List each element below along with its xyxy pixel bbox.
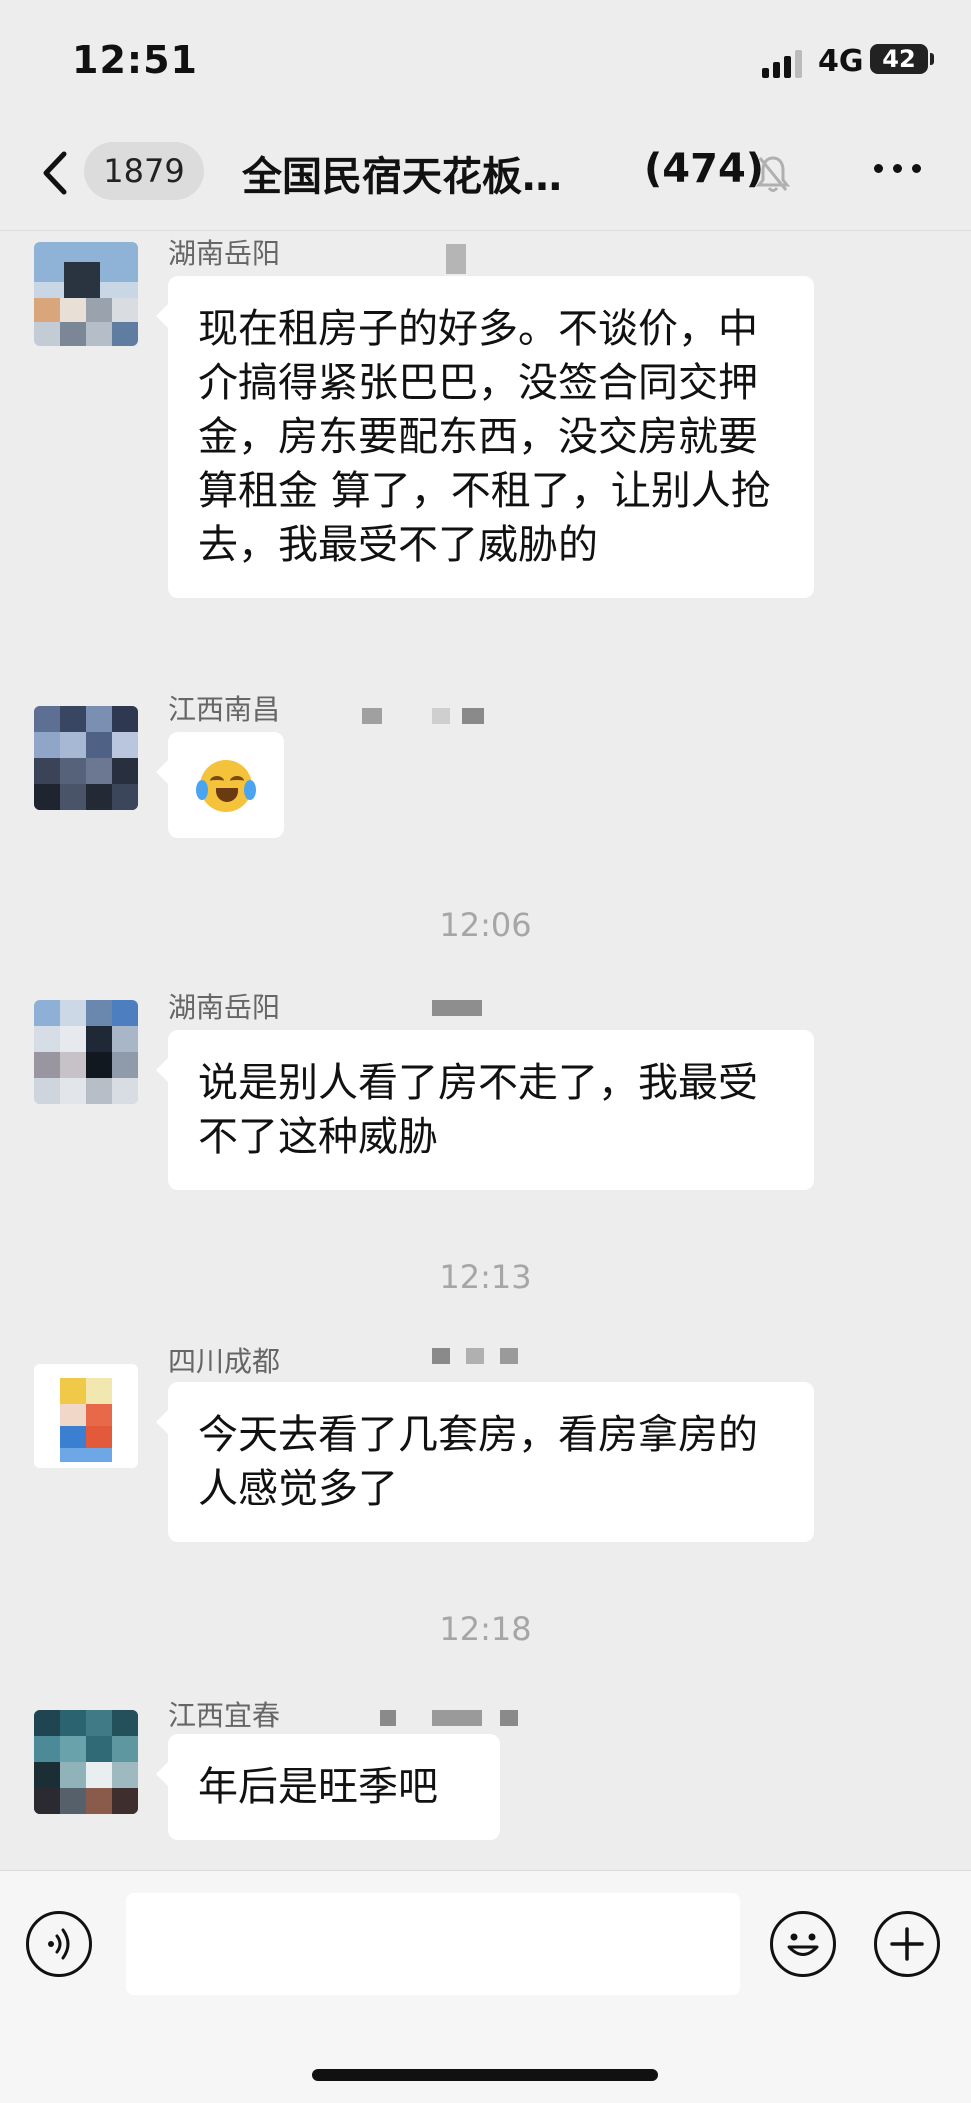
avatar[interactable] xyxy=(34,1000,138,1104)
network-type: 4G xyxy=(818,44,864,79)
sender-name: 湖南岳阳 xyxy=(168,237,281,270)
battery-icon: 42 xyxy=(870,44,928,74)
status-time: 12:51 xyxy=(72,38,198,82)
smiley-icon[interactable] xyxy=(770,1911,836,1977)
sender-name: 江西宜春 xyxy=(168,1699,281,1732)
blurred-tag xyxy=(466,1348,484,1364)
message-bubble[interactable]: 说是别人看了房不走了，我最受不了这种威胁 xyxy=(156,1030,814,1190)
chat-title: 全国民宿天花板… xyxy=(242,154,562,200)
sender-name: 四川成都 xyxy=(168,1345,281,1378)
avatar[interactable] xyxy=(34,1710,138,1814)
message-input[interactable] xyxy=(126,1893,740,1995)
blurred-tag xyxy=(500,1710,518,1726)
voice-icon[interactable] xyxy=(26,1911,92,1977)
battery-cap xyxy=(930,53,934,65)
chat-input-bar xyxy=(0,1870,971,2103)
sender-name: 江西南昌 xyxy=(168,693,281,726)
blurred-tag xyxy=(362,708,382,724)
blurred-tag xyxy=(432,1000,482,1016)
crying-laughing-emoji xyxy=(196,760,256,812)
blurred-tag xyxy=(432,1348,450,1364)
sender-name: 湖南岳阳 xyxy=(168,991,281,1024)
message-bubble[interactable]: 年后是旺季吧 xyxy=(156,1734,500,1840)
status-bar: 12:51 4G 42 xyxy=(0,0,971,120)
blurred-tag xyxy=(432,708,450,724)
timestamp: 12:13 xyxy=(439,1258,532,1296)
chat-header: 1879 全国民宿天花板… (474) xyxy=(0,120,971,231)
bell-mute-icon xyxy=(756,156,790,192)
timestamp: 12:06 xyxy=(439,906,532,944)
blurred-tag xyxy=(380,1710,396,1726)
blurred-tag xyxy=(462,708,484,724)
timestamp: 12:18 xyxy=(439,1610,532,1648)
message-bubble[interactable]: 现在租房子的好多。不谈价，中介搞得紧张巴巴，没签合同交押金，房东要配东西，没交房… xyxy=(156,276,814,598)
plus-icon[interactable] xyxy=(874,1911,940,1977)
message-bubble[interactable]: 今天去看了几套房，看房拿房的人感觉多了 xyxy=(156,1382,814,1542)
home-indicator[interactable] xyxy=(312,2069,658,2081)
chevron-left-icon[interactable] xyxy=(36,148,76,198)
more-dots-icon[interactable] xyxy=(870,158,926,178)
avatar[interactable] xyxy=(34,706,138,810)
blurred-tag xyxy=(432,1710,482,1726)
blurred-tag xyxy=(446,244,466,274)
blurred-tag xyxy=(500,1348,518,1364)
avatar[interactable] xyxy=(34,1364,138,1468)
signal-icon xyxy=(762,50,806,78)
avatar[interactable] xyxy=(34,242,138,346)
unread-count-badge[interactable]: 1879 xyxy=(84,142,204,200)
member-count: (474) xyxy=(644,146,765,192)
